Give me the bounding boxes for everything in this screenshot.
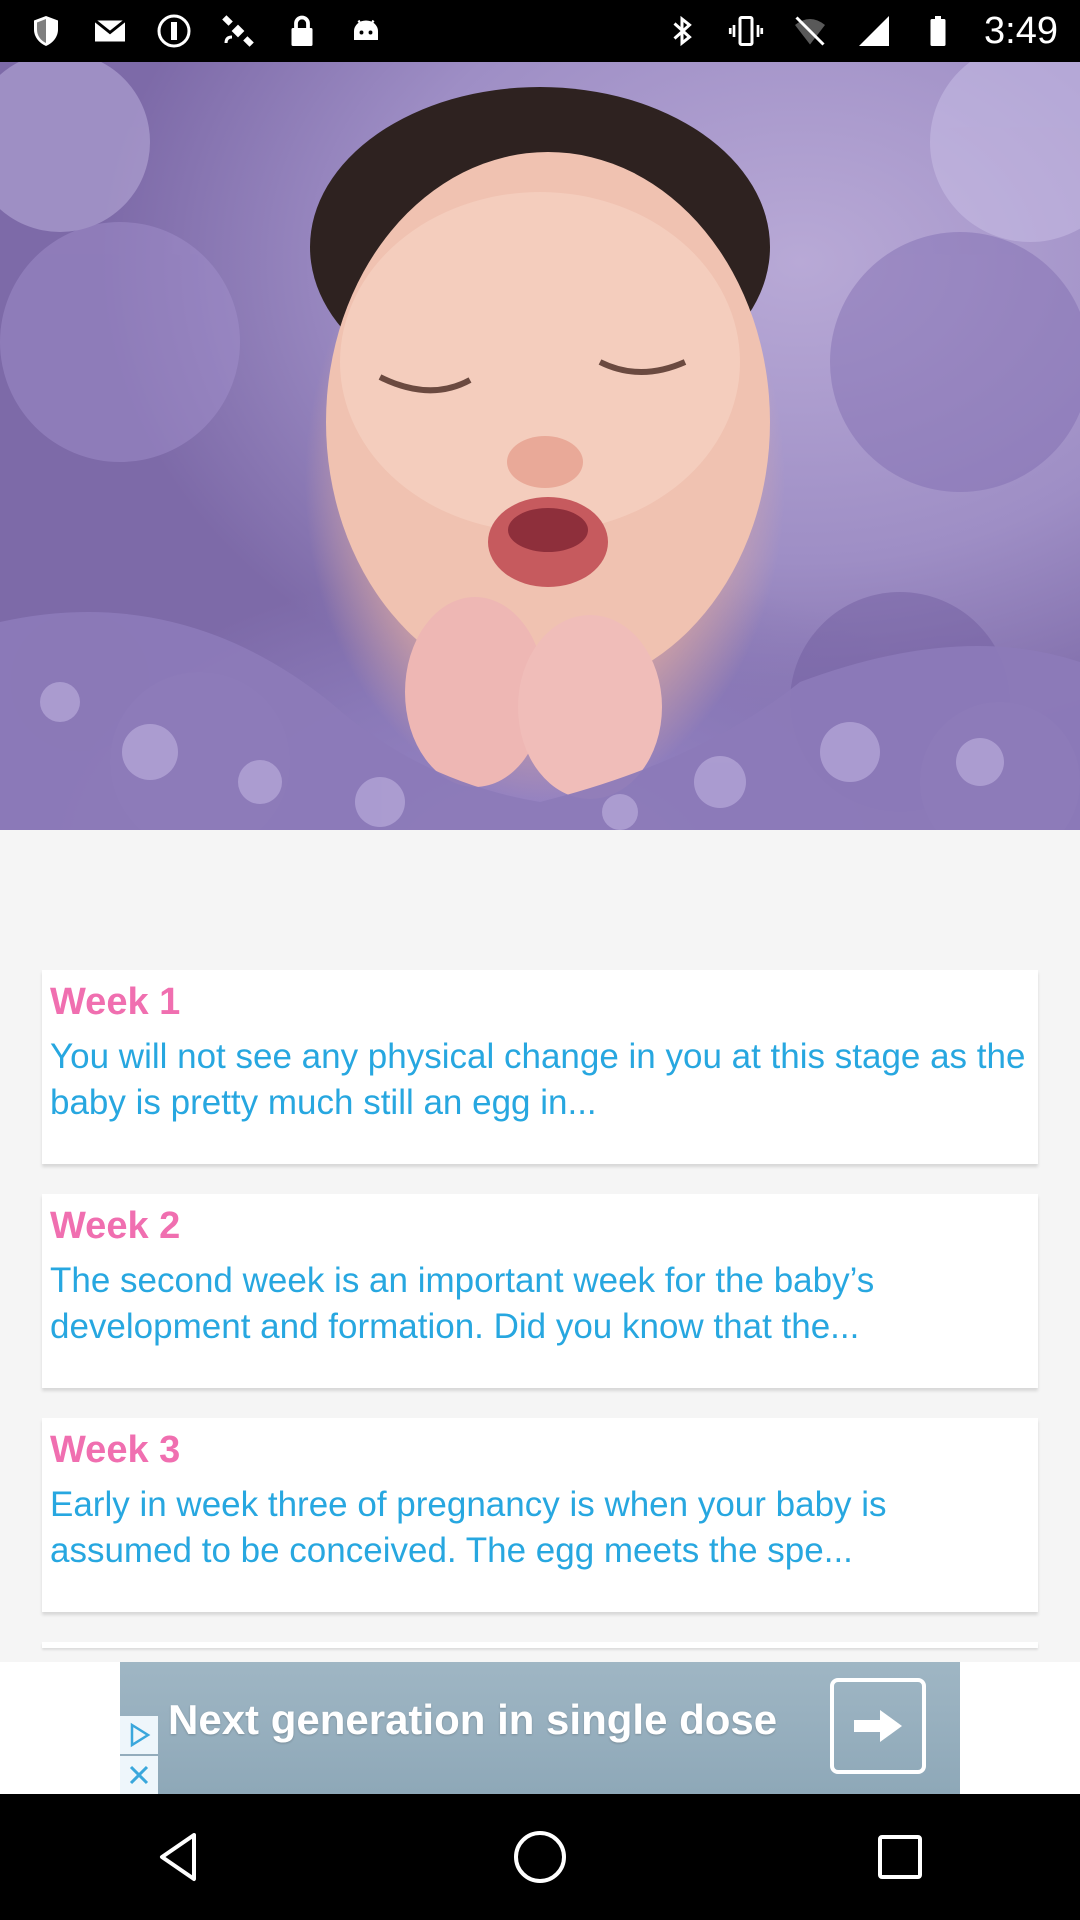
navigation-bar <box>0 1794 1080 1920</box>
ad-arrow-button[interactable] <box>830 1678 926 1774</box>
battery-icon <box>930 16 946 46</box>
home-button[interactable] <box>500 1817 580 1897</box>
status-bar: 3:49 <box>0 0 1080 62</box>
shield-icon <box>34 16 58 46</box>
ad-area: Next generation in single dose <box>0 1662 1080 1794</box>
back-triangle-icon <box>160 1833 196 1881</box>
week-card-1[interactable]: Week 1 You will not see any physical cha… <box>42 970 1038 1164</box>
back-button[interactable] <box>140 1817 220 1897</box>
home-circle-icon <box>514 1831 566 1883</box>
ad-banner[interactable]: Next generation in single dose <box>120 1662 960 1794</box>
status-right-icons: 3:49 <box>664 10 1058 53</box>
info-circle-icon <box>157 14 191 48</box>
android-icon <box>354 19 378 40</box>
week-card-title: Week 3 <box>50 1429 181 1471</box>
week-card-body: The second week is an important week for… <box>50 1261 875 1346</box>
week-card-4-partial[interactable] <box>42 1642 1038 1648</box>
hero-baby-image <box>0 62 1080 830</box>
status-left-icons <box>28 13 384 49</box>
mail-icon <box>94 19 126 42</box>
signal-icon <box>859 16 890 46</box>
vibrate-icon <box>728 16 764 46</box>
week-card-2[interactable]: Week 2 The second week is an important w… <box>42 1194 1038 1388</box>
close-icon[interactable] <box>120 1756 158 1794</box>
ad-text: Next generation in single dose <box>168 1696 778 1743</box>
satellite-icon <box>222 15 254 47</box>
week-card-3[interactable]: Week 3 Early in week three of pregnancy … <box>42 1418 1038 1612</box>
wifi-off-icon <box>795 16 826 46</box>
arrow-right-icon <box>854 1710 902 1742</box>
week-card-body: Early in week three of pregnancy is when… <box>50 1485 887 1570</box>
lock-icon <box>291 15 313 46</box>
hero-illustration <box>0 62 1080 830</box>
recents-button[interactable] <box>860 1817 940 1897</box>
ad-choices-icon[interactable] <box>120 1716 158 1754</box>
week-card-body: You will not see any physical change in … <box>50 1037 1026 1122</box>
week-card-title: Week 1 <box>50 981 181 1023</box>
week-card-title: Week 2 <box>50 1205 181 1247</box>
recents-square-icon <box>878 1835 922 1879</box>
status-time: 3:49 <box>984 9 1058 52</box>
bluetooth-icon <box>673 15 692 47</box>
